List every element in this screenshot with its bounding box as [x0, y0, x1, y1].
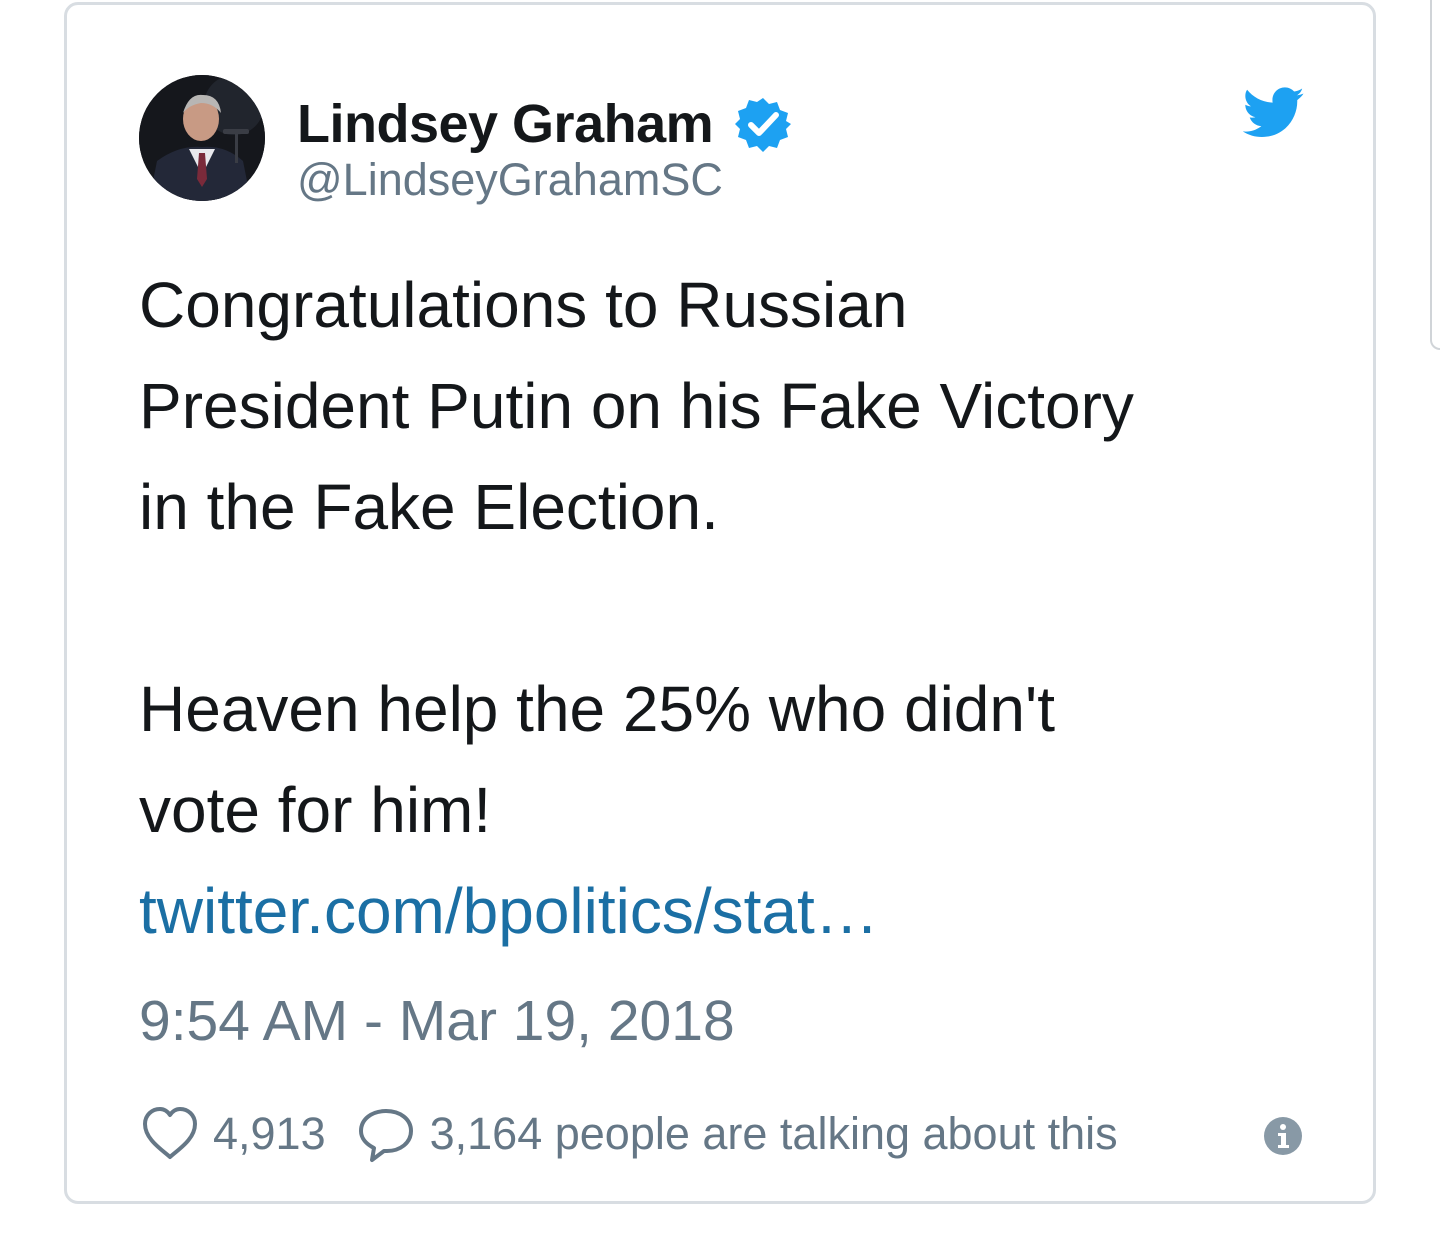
author-handle[interactable]: @LindseyGrahamSC [297, 157, 723, 202]
talking-about-text[interactable]: 3,164 people are talking about this [430, 1108, 1118, 1160]
verified-badge-icon [735, 96, 792, 152]
speech-bubble-icon[interactable] [356, 1105, 418, 1163]
author-name-row: Lindsey Graham [297, 89, 792, 159]
page: Lindsey Graham @LindseyGrahamSC Congratu… [0, 0, 1440, 1235]
info-icon[interactable] [1263, 1116, 1303, 1156]
tweet-text-paragraph: Heaven help the 25% who didn't vote for … [139, 673, 1055, 846]
author-display-name[interactable]: Lindsey Graham [297, 97, 714, 151]
like-count[interactable]: 4,913 [213, 1108, 326, 1160]
avatar[interactable] [139, 75, 265, 201]
tweet-text-paragraph: Congratulations to Russian President Put… [139, 269, 1134, 543]
scrollbar-edge [1430, 0, 1440, 350]
heart-icon[interactable] [139, 1105, 201, 1163]
tweet-footer: 4,913 3,164 people are talking about thi… [139, 1103, 1309, 1165]
tweet-timestamp[interactable]: 9:54 AM - Mar 19, 2018 [139, 993, 735, 1050]
twitter-bird-icon[interactable] [1242, 87, 1305, 139]
tweet-card[interactable]: Lindsey Graham @LindseyGrahamSC Congratu… [64, 2, 1376, 1204]
tweet-body: Congratulations to Russian President Put… [139, 255, 1319, 962]
tweet-link[interactable]: twitter.com/bpolitics/stat… [139, 861, 1319, 962]
